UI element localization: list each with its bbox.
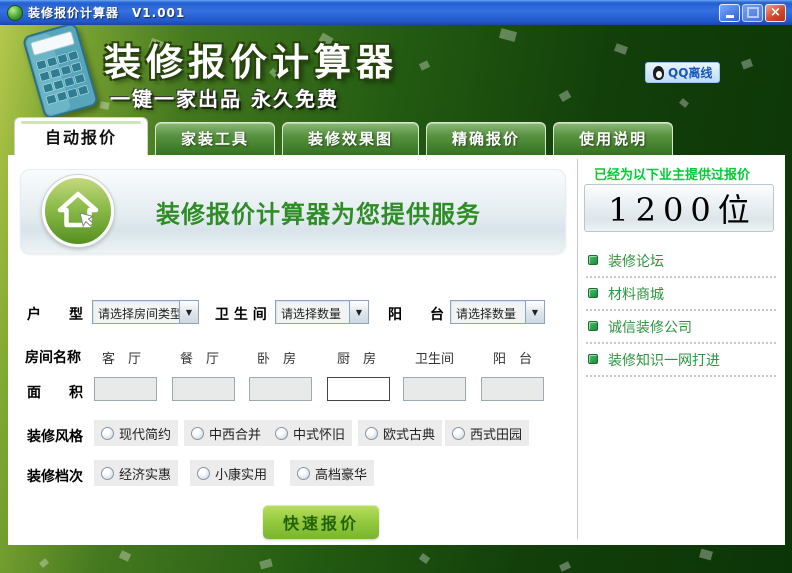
qq-status-button[interactable]: QQ离线 [645, 62, 720, 83]
minimize-button[interactable] [719, 4, 740, 22]
tab-renovation-gallery[interactable]: 装修效果图 [282, 122, 419, 155]
tab-bar: 自动报价 家装工具 装修效果图 精确报价 使用说明 [14, 118, 680, 155]
house-type-select[interactable]: 请选择房间类型 ▼ [92, 300, 199, 324]
app-icon [7, 5, 23, 21]
house-type-label: 户 型 [27, 304, 83, 324]
bathroom-count-select[interactable]: 请选择数量 ▼ [275, 300, 369, 324]
grade-label: 装修档次 [27, 466, 83, 486]
tab-precise-quote[interactable]: 精确报价 [426, 122, 546, 155]
area-input-dining[interactable] [172, 377, 235, 401]
bullet-icon [588, 354, 598, 364]
link-trusted-companies[interactable]: 诚信装修公司 [586, 311, 776, 344]
chevron-down-icon: ▼ [349, 301, 368, 323]
link-label: 装修论坛 [608, 254, 664, 270]
service-banner: 装修报价计算器为您提供服务 [20, 169, 566, 254]
maximize-button[interactable] [742, 4, 763, 22]
app-subtitle: 一键一家出品 永久免费 [110, 83, 339, 112]
counter-title: 已经为以下业主提供过报价 [594, 164, 750, 183]
window-controls: × [719, 4, 786, 22]
room-label-living: 客 厅 [102, 348, 141, 367]
radio-button-icon [365, 427, 378, 440]
area-input-balcony[interactable] [481, 377, 544, 401]
sidebar: 已经为以下业主提供过报价 1200位 装修论坛 材料商城 诚信装修公司 装修知识… [578, 155, 785, 545]
bullet-icon [588, 288, 598, 298]
radio-label: 高档豪华 [315, 464, 367, 483]
area-input-bathroom[interactable] [403, 377, 466, 401]
qq-status-label: QQ离线 [668, 64, 712, 81]
room-names-label: 房间名称 [25, 347, 81, 367]
area-input-living[interactable] [94, 377, 157, 401]
link-label: 材料商城 [608, 287, 664, 303]
qq-penguin-icon [653, 66, 664, 80]
calculator-logo-icon [14, 25, 106, 125]
radio-label: 小康实用 [215, 464, 267, 483]
room-label-dining: 餐 厅 [180, 348, 219, 367]
radio-label: 西式田园 [470, 424, 522, 443]
tab-home-tools[interactable]: 家装工具 [155, 122, 275, 155]
app-header: 装修报价计算器 一键一家出品 永久免费 QQ离线 [0, 25, 792, 118]
house-type-value: 请选择房间类型 [93, 301, 179, 323]
link-renovation-forum[interactable]: 装修论坛 [586, 245, 776, 278]
room-label-kitchen: 厨 房 [337, 348, 376, 367]
tab-instructions[interactable]: 使用说明 [553, 122, 673, 155]
bullet-icon [588, 321, 598, 331]
tab-auto-quote[interactable]: 自动报价 [14, 117, 148, 155]
radio-grade-economy[interactable]: 经济实惠 [94, 460, 178, 486]
link-material-mall[interactable]: 材料商城 [586, 278, 776, 311]
bathroom-count-label: 卫 生 间 [215, 304, 267, 324]
radio-style-european[interactable]: 欧式古典 [358, 420, 442, 446]
banner-text: 装修报价计算器为您提供服务 [156, 194, 481, 229]
radio-button-icon [197, 467, 210, 480]
radio-style-modern[interactable]: 现代简约 [94, 420, 178, 446]
radio-label: 中西合并 [209, 424, 261, 443]
radio-style-pastoral[interactable]: 西式田园 [445, 420, 529, 446]
radio-button-icon [101, 467, 114, 480]
radio-label: 经济实惠 [119, 464, 171, 483]
balcony-count-label: 阳 台 [388, 304, 444, 324]
radio-button-icon [452, 427, 465, 440]
area-input-bedroom[interactable] [249, 377, 312, 401]
app-title: 装修报价计算器 [104, 32, 398, 86]
link-label: 装修知识一网打进 [608, 353, 720, 369]
quick-quote-button[interactable]: 快速报价 [263, 505, 379, 539]
radio-button-icon [191, 427, 204, 440]
balcony-count-value: 请选择数量 [451, 301, 525, 323]
close-icon: × [770, 5, 781, 20]
link-renovation-knowledge[interactable]: 装修知识一网打进 [586, 344, 776, 377]
radio-label: 中式怀旧 [293, 424, 345, 443]
minimize-icon [726, 15, 734, 18]
chevron-down-icon: ▼ [179, 301, 198, 323]
window-title: 装修报价计算器 V1.001 [28, 4, 719, 21]
radio-grade-luxury[interactable]: 高档豪华 [290, 460, 374, 486]
room-label-balcony: 阳 台 [493, 348, 532, 367]
close-button[interactable]: × [765, 4, 786, 22]
radio-style-mixed[interactable]: 中西合并 [184, 420, 268, 446]
room-label-bedroom: 卧 房 [257, 348, 296, 367]
radio-style-chinese[interactable]: 中式怀旧 [268, 420, 352, 446]
radio-grade-comfort[interactable]: 小康实用 [190, 460, 274, 486]
radio-label: 欧式古典 [383, 424, 435, 443]
sidebar-links: 装修论坛 材料商城 诚信装修公司 装修知识一网打进 [586, 245, 776, 377]
radio-button-icon [275, 427, 288, 440]
home-button[interactable] [42, 175, 114, 247]
link-label: 诚信装修公司 [608, 320, 692, 336]
counter-value: 1200位 [584, 184, 774, 232]
radio-label: 现代简约 [119, 424, 171, 443]
radio-button-icon [101, 427, 114, 440]
maximize-icon [747, 7, 759, 18]
house-cursor-icon [55, 188, 101, 234]
style-label: 装修风格 [27, 426, 83, 446]
main-panel: 装修报价计算器为您提供服务 户 型 请选择房间类型 ▼ 卫 生 间 请选择数量 … [8, 155, 785, 545]
title-bar: 装修报价计算器 V1.001 × [0, 0, 792, 25]
radio-button-icon [297, 467, 310, 480]
area-label: 面 积 [27, 382, 83, 402]
chevron-down-icon: ▼ [525, 301, 544, 323]
bathroom-count-value: 请选择数量 [276, 301, 349, 323]
balcony-count-select[interactable]: 请选择数量 ▼ [450, 300, 545, 324]
room-label-bathroom: 卫生间 [415, 348, 454, 367]
bullet-icon [588, 255, 598, 265]
area-input-kitchen[interactable] [327, 377, 390, 401]
